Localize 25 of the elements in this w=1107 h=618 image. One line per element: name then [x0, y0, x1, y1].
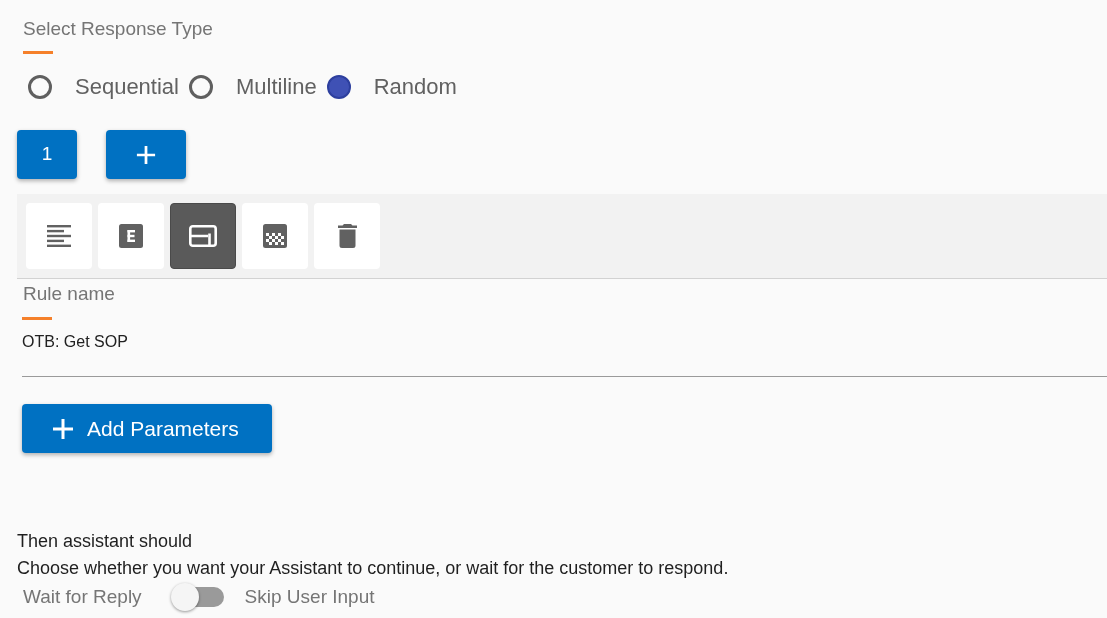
field-label: Select Response Type: [23, 17, 213, 41]
delete-button[interactable]: [314, 203, 380, 269]
radio-option[interactable]: Multiline: [189, 73, 317, 101]
section-title: Then assistant should: [17, 531, 193, 551]
text-field[interactable]: OTB: Get SOP: [22, 331, 1107, 377]
radio-option[interactable]: Random: [326, 73, 457, 101]
response-number-button[interactable]: 1: [17, 130, 77, 179]
text-format-button[interactable]: [26, 203, 92, 269]
card-button[interactable]: [170, 203, 236, 269]
section-description: Choose whether you want your Assistant to continue, or wait for the customer to respond.: [17, 558, 729, 578]
plus-icon: [52, 417, 74, 440]
text-lines-icon: [47, 225, 71, 247]
card-layout-icon: [189, 225, 217, 247]
toggle-switch[interactable]: [170, 583, 225, 611]
toggle-label: Skip User Input: [244, 585, 375, 609]
radio-option[interactable]: Sequential: [28, 73, 179, 101]
checkered-tile-icon: [263, 224, 287, 248]
add-parameters-button[interactable]: Add Parameters: [22, 404, 272, 453]
toggle-label: Wait for Reply: [23, 585, 142, 609]
letter-tile-icon: [119, 224, 143, 248]
grid-button[interactable]: [242, 203, 308, 269]
entity-button[interactable]: [98, 203, 164, 269]
plus-icon: [136, 144, 156, 165]
trash-icon: [337, 224, 357, 248]
field-label: Rule name: [23, 282, 115, 306]
